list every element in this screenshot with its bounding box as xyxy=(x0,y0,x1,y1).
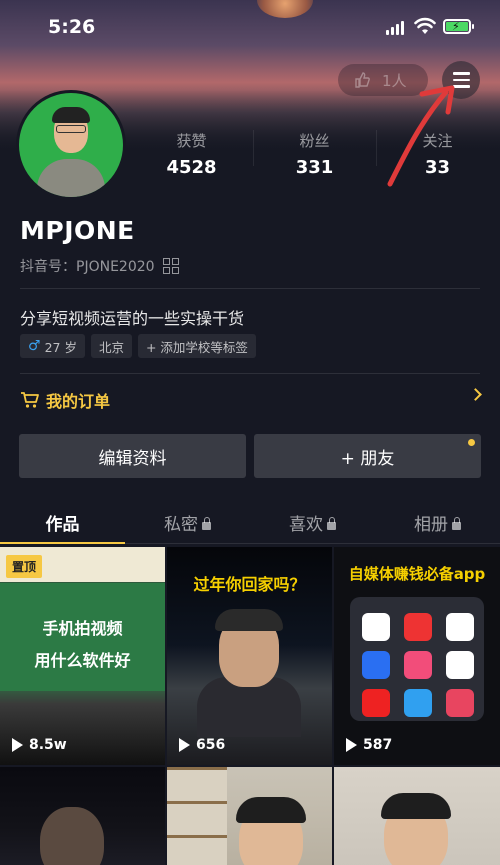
stat-followers[interactable]: 粉丝 331 xyxy=(253,120,376,180)
video-overlay-text: 手机拍视频 xyxy=(42,619,123,638)
divider xyxy=(20,373,480,374)
signal-icon xyxy=(386,21,404,35)
tab-label: 作品 xyxy=(45,515,80,535)
cart-icon xyxy=(21,392,39,408)
lock-icon xyxy=(202,517,211,530)
play-count: 587 xyxy=(346,737,392,753)
stat-likes[interactable]: 获赞 4528 xyxy=(130,120,253,180)
avatar[interactable] xyxy=(16,90,126,200)
douyin-id: 抖音号：PJONE2020 xyxy=(20,256,179,276)
stat-label: 粉丝 xyxy=(299,132,330,150)
video-grid: 置顶 手机拍视频 用什么软件好 8.5w 过年你回家吗？ 656 自媒体赚钱必备… xyxy=(0,547,500,865)
profile-nickname: MPJONE xyxy=(20,216,135,245)
add-friend-button[interactable]: + 朋友 xyxy=(254,434,481,478)
stat-value: 4528 xyxy=(166,157,217,178)
tab-label: 喜欢 xyxy=(289,515,323,535)
status-time: 5:26 xyxy=(48,16,96,38)
video-thumbnail[interactable]: 过年你回家吗？ 656 xyxy=(167,547,332,765)
my-orders-row[interactable]: 我的订单 xyxy=(20,388,482,412)
play-count-value: 587 xyxy=(363,737,393,753)
lock-icon xyxy=(452,517,461,530)
profile-bio: 分享短视频运营的一些实操干货 xyxy=(20,309,245,328)
lock-icon xyxy=(327,517,336,530)
douyin-id-text: 抖音号：PJONE2020 xyxy=(20,259,155,275)
tab-private[interactable]: 私密 xyxy=(125,500,250,543)
qr-code-icon[interactable] xyxy=(162,258,179,274)
tab-label: 私密 xyxy=(164,515,198,535)
stat-following[interactable]: 关注 33 xyxy=(376,120,499,180)
profile-stats: 获赞 4528 粉丝 331 关注 33 xyxy=(130,120,500,180)
tag-text: 27 岁 xyxy=(44,339,77,355)
my-orders-label: 我的订单 xyxy=(46,392,111,411)
hand-icon xyxy=(355,72,370,88)
tab-albums[interactable]: 相册 xyxy=(375,500,500,543)
play-count: 656 xyxy=(179,737,225,753)
pinned-badge: 置顶 xyxy=(6,555,43,578)
tag-text: 北京 xyxy=(98,339,124,355)
tab-label: 相册 xyxy=(414,515,448,535)
play-icon xyxy=(179,738,190,752)
video-thumbnail[interactable] xyxy=(167,767,332,865)
video-overlay-text: 自媒体赚钱必备app xyxy=(348,565,486,583)
divider xyxy=(20,288,480,289)
play-count-value: 8.5w xyxy=(29,737,67,753)
tag-text: + 添加学校等标签 xyxy=(145,339,248,355)
play-icon xyxy=(12,738,23,752)
add-friend-label: + 朋友 xyxy=(340,448,395,469)
add-tag-button[interactable]: + 添加学校等标签 xyxy=(137,334,256,358)
stat-value: 331 xyxy=(295,157,334,178)
tab-likes[interactable]: 喜欢 xyxy=(250,500,375,543)
battery-icon: ⚡ xyxy=(443,19,474,34)
profile-tags: ♂ 27 岁 北京 + 添加学校等标签 xyxy=(20,334,256,358)
tab-works[interactable]: 作品 xyxy=(0,500,125,544)
video-overlay-text: 过年你回家吗？ xyxy=(193,575,306,594)
status-bar: 5:26 ⚡ xyxy=(0,14,500,42)
tag-age: ♂ 27 岁 xyxy=(20,334,85,358)
menu-icon xyxy=(452,72,470,75)
play-count: 8.5w xyxy=(12,737,67,753)
edit-profile-button[interactable]: 编辑资料 xyxy=(19,434,246,478)
wifi-icon xyxy=(414,17,436,34)
notification-dot xyxy=(468,439,475,446)
app-icons-illustration xyxy=(350,597,484,721)
video-thumbnail[interactable] xyxy=(0,767,165,865)
stat-label: 获赞 xyxy=(176,132,207,150)
stat-value: 33 xyxy=(424,157,451,178)
video-overlay-text: 用什么软件好 xyxy=(34,651,131,670)
play-count-value: 656 xyxy=(196,737,226,753)
video-thumbnail[interactable]: 置顶 手机拍视频 用什么软件好 8.5w xyxy=(0,547,165,765)
play-icon xyxy=(346,738,357,752)
content-tabs: 作品 私密 喜欢 相册 xyxy=(0,500,500,544)
male-icon: ♂ xyxy=(28,338,41,354)
stat-label: 关注 xyxy=(422,132,453,150)
video-thumbnail[interactable] xyxy=(334,767,500,865)
video-thumbnail[interactable]: 自媒体赚钱必备app 587 xyxy=(334,547,500,765)
chevron-right-icon xyxy=(469,388,482,401)
tag-location: 北京 xyxy=(90,334,132,358)
